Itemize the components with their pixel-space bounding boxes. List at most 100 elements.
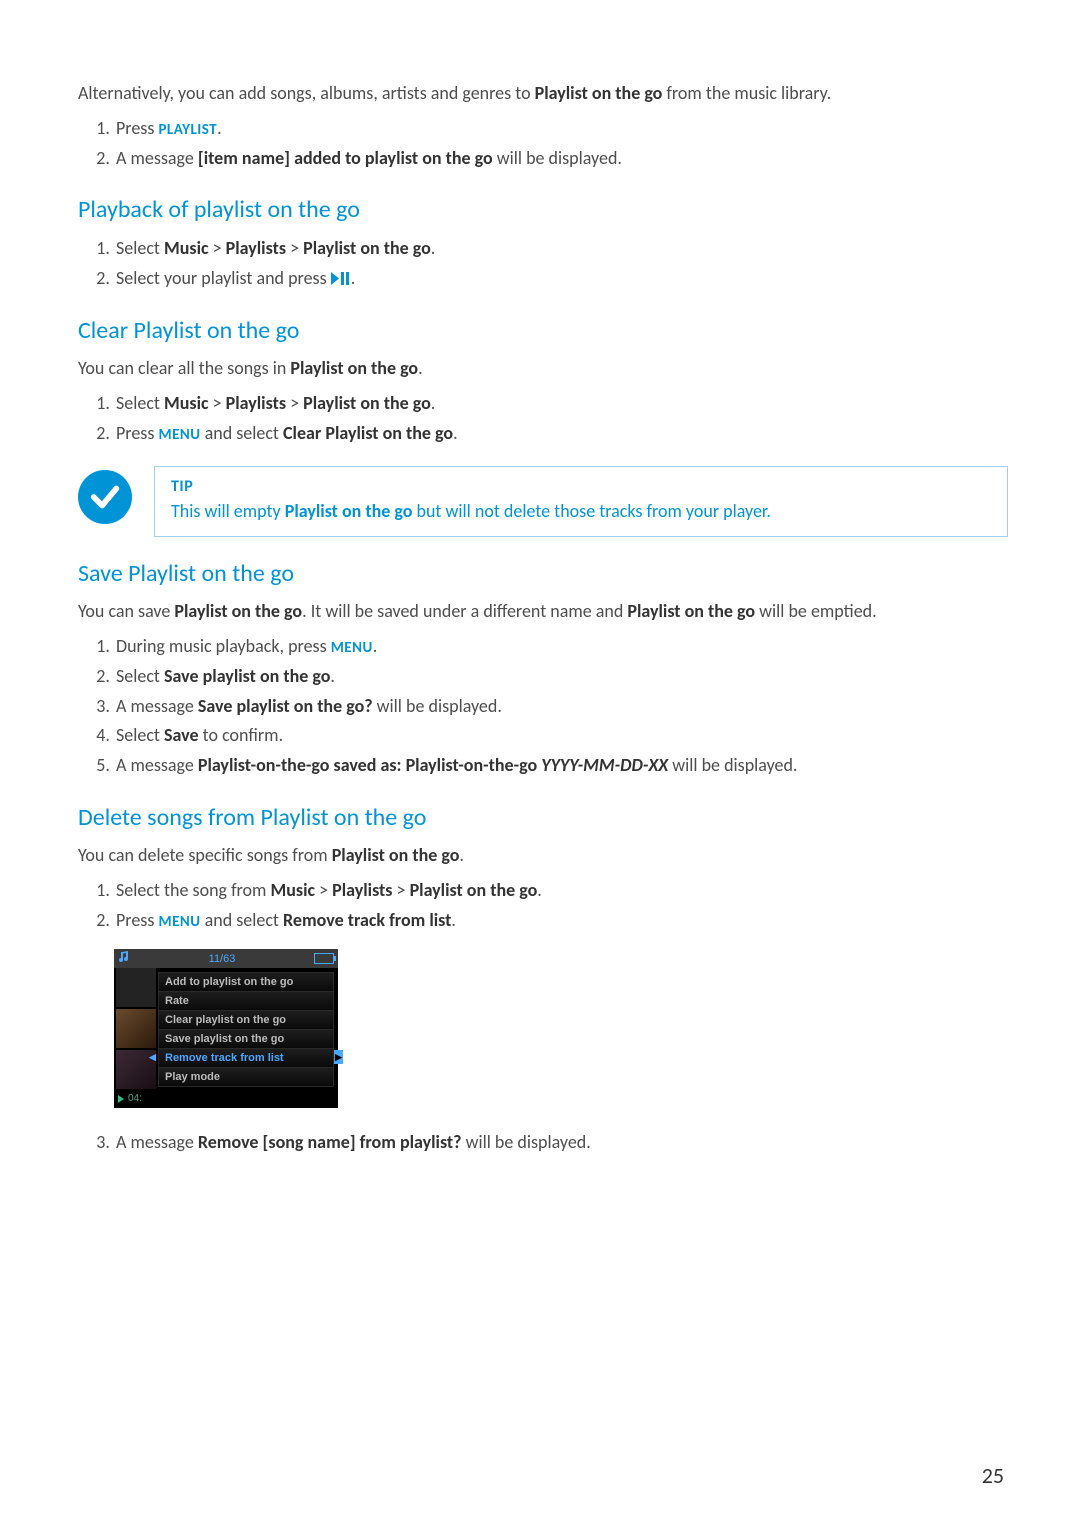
device-time: 04: xyxy=(128,1093,142,1104)
step: Select Save playlist on the go. xyxy=(114,662,1008,692)
text: > xyxy=(315,879,332,901)
text: will be displayed. xyxy=(462,1131,591,1153)
text: A message xyxy=(116,754,198,776)
device-menu-item: Clear playlist on the go xyxy=(159,1011,333,1030)
text: . xyxy=(217,117,222,139)
text: Select the song from xyxy=(116,879,271,901)
play-icon xyxy=(118,1095,124,1103)
text-bold: Playlist on the go xyxy=(627,600,755,622)
hw-button-label: PLAYLIST xyxy=(158,121,217,139)
text-bold: Playlist on the go xyxy=(535,82,663,104)
text: > xyxy=(209,237,226,259)
text: > xyxy=(392,879,409,901)
text: will be displayed. xyxy=(668,754,797,776)
text: . xyxy=(373,635,378,657)
device-menu-item: Play mode xyxy=(159,1068,333,1086)
step: A message [item name] added to playlist … xyxy=(114,144,1008,174)
text-bold: Remove [song name] from playlist? xyxy=(198,1131,462,1153)
text-italic: YYYY-MM-DD-XX xyxy=(537,754,668,776)
heading-delete: Delete songs from Playlist on the go xyxy=(78,803,1008,832)
device-thumbnails xyxy=(114,967,158,1090)
text-bold: Save playlist on the go xyxy=(164,665,330,687)
tip-callout: TIP This will empty Playlist on the go b… xyxy=(78,466,1008,537)
text-bold: Save playlist on the go? xyxy=(198,695,373,717)
text: Press xyxy=(116,117,158,139)
text: . xyxy=(459,844,464,866)
text: . xyxy=(453,422,458,444)
text: A message xyxy=(116,695,198,717)
text: You can save xyxy=(78,600,174,622)
step: Press MENU and select Remove track from … xyxy=(114,906,1008,936)
tip-box: TIP This will empty Playlist on the go b… xyxy=(154,466,1008,537)
text: . xyxy=(451,909,456,931)
tip-text: This will empty Playlist on the go but w… xyxy=(171,500,991,522)
step: Press MENU and select Clear Playlist on … xyxy=(114,419,1008,449)
tip-check-icon xyxy=(78,470,132,524)
delete-intro: You can delete specific songs from Playl… xyxy=(78,842,1008,868)
text: During music playback, press xyxy=(116,635,331,657)
device-footer: 04: xyxy=(114,1091,338,1108)
hw-button-label: MENU xyxy=(331,639,373,657)
text-bold: Playlist on the go xyxy=(290,357,418,379)
text: A message xyxy=(116,1131,198,1153)
device-counter: 11/63 xyxy=(209,953,236,965)
text: You can delete specific songs from xyxy=(78,844,332,866)
text: will be displayed. xyxy=(493,147,622,169)
text-bold: [item name] added to playlist on the go xyxy=(198,147,493,169)
device-menu-item: Save playlist on the go xyxy=(159,1030,333,1049)
text-bold: Music xyxy=(271,879,316,901)
text: Select xyxy=(116,665,164,687)
delete-steps-cont: A message Remove [song name] from playli… xyxy=(78,1128,1008,1158)
step: A message Save playlist on the go? will … xyxy=(114,692,1008,722)
text-bold: Clear Playlist on the go xyxy=(283,422,453,444)
step: Select your playlist and press . xyxy=(114,264,1008,294)
text: . xyxy=(431,392,436,414)
text-bold: Playlist on the go xyxy=(174,600,302,622)
text: Select your playlist and press xyxy=(116,267,331,289)
text-bold: Playlist on the go xyxy=(285,500,413,522)
album-thumb xyxy=(116,1009,156,1048)
text-bold: Playlist on the go xyxy=(303,237,431,259)
device-screenshot: 11/63 Add to playlist on the goRateClear… xyxy=(114,949,338,1108)
text: You can clear all the songs in xyxy=(78,357,290,379)
delete-steps: Select the song from Music > Playlists >… xyxy=(78,876,1008,935)
text-bold: Music xyxy=(164,392,209,414)
text: . xyxy=(418,357,423,379)
text: and select xyxy=(201,909,283,931)
text: will be displayed. xyxy=(373,695,502,717)
step: During music playback, press MENU. xyxy=(114,632,1008,662)
text: . xyxy=(537,879,542,901)
device-menu-item: Rate xyxy=(159,992,333,1011)
clear-steps: Select Music > Playlists > Playlist on t… xyxy=(78,389,1008,448)
tip-title: TIP xyxy=(171,477,991,496)
manual-page: Alternatively, you can add songs, albums… xyxy=(0,0,1080,1529)
heading-playback: Playback of playlist on the go xyxy=(78,195,1008,224)
device-titlebar: 11/63 xyxy=(114,949,338,968)
text: > xyxy=(286,237,303,259)
step: Select Music > Playlists > Playlist on t… xyxy=(114,389,1008,419)
text: . xyxy=(431,237,436,259)
text-bold: Save xyxy=(164,724,199,746)
save-steps: During music playback, press MENU. Selec… xyxy=(78,632,1008,780)
text: but will not delete those tracks from yo… xyxy=(412,500,770,522)
text-bold: Playlist-on-the-go saved as: Playlist-on… xyxy=(198,754,537,776)
save-intro: You can save Playlist on the go. It will… xyxy=(78,598,1008,624)
hw-button-label: MENU xyxy=(158,913,200,931)
clear-intro: You can clear all the songs in Playlist … xyxy=(78,355,1008,381)
page-number: 25 xyxy=(982,1462,1004,1489)
text: Select xyxy=(116,237,164,259)
text: and select xyxy=(201,422,283,444)
text: Press xyxy=(116,909,158,931)
step: Press PLAYLIST. xyxy=(114,114,1008,144)
text-bold: Playlists xyxy=(226,237,286,259)
step: A message Remove [song name] from playli… xyxy=(114,1128,1008,1158)
text: . xyxy=(330,665,335,687)
play-pause-icon xyxy=(331,272,351,285)
text-bold: Playlists xyxy=(332,879,392,901)
text-bold: Playlists xyxy=(226,392,286,414)
step: A message Playlist-on-the-go saved as: P… xyxy=(114,751,1008,781)
text: will be emptied. xyxy=(755,600,877,622)
text: Select xyxy=(116,392,164,414)
text-bold: Playlist on the go xyxy=(410,879,538,901)
text: Press xyxy=(116,422,158,444)
